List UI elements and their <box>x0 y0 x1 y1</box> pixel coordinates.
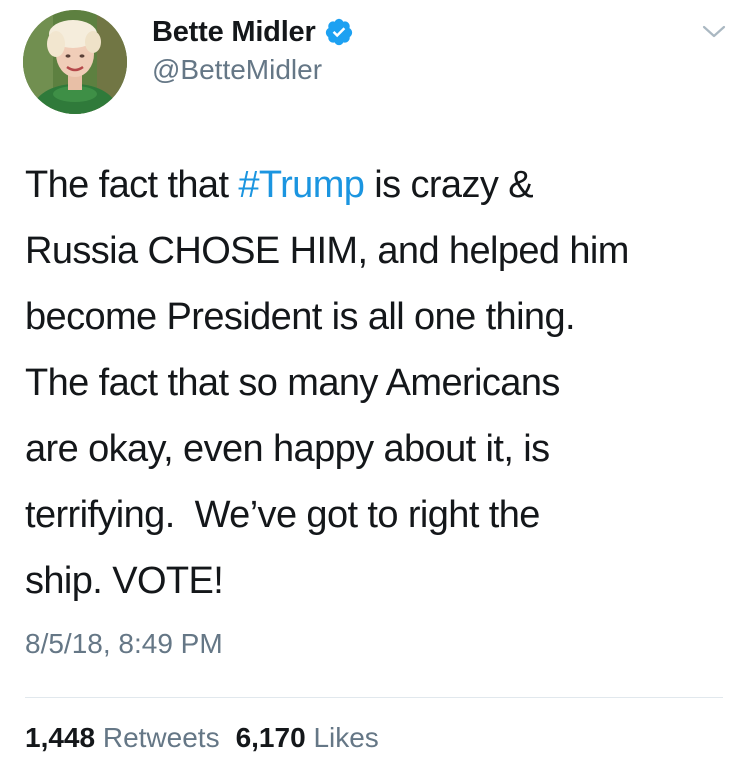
verified-badge-icon <box>325 18 352 46</box>
chevron-down-icon[interactable] <box>700 22 728 42</box>
author-name-row[interactable]: Bette Midler <box>152 14 354 50</box>
likes-stat[interactable]: 6,170 Likes <box>236 722 379 753</box>
likes-count: 6,170 <box>235 722 306 753</box>
tweet-text-line: are okay, even happy about it, is <box>25 428 550 470</box>
avatar[interactable] <box>23 10 127 114</box>
avatar-photo-icon <box>23 10 127 114</box>
tweet-text-line: The fact that so many Americans <box>25 362 560 404</box>
tweet-text-line: become President is all one thing. <box>25 296 576 338</box>
divider <box>25 697 723 698</box>
display-name[interactable]: Bette Midler <box>152 16 316 49</box>
tweet-text-segment: The fact that <box>25 164 239 206</box>
tweet-timestamp[interactable]: 8/5/18, 8:49 PM <box>25 628 223 660</box>
tweet-text-line: Russia CHOSE HIM, and helped him <box>25 230 629 272</box>
retweets-stat[interactable]: 1,448 Retweets <box>25 722 220 753</box>
likes-label: Likes <box>313 722 379 753</box>
hashtag-link[interactable]: #Trump <box>238 164 365 206</box>
retweets-label: Retweets <box>102 722 220 753</box>
tweet-text-line: ship. VOTE! <box>25 560 224 602</box>
tweet-text-line: terrifying. We’ve got to right the <box>25 494 540 536</box>
retweets-count: 1,448 <box>25 722 96 753</box>
tweet-text-line: The fact that #Trump is crazy & <box>25 152 737 218</box>
tweet-text: The fact that #Trump is crazy & Russia C… <box>25 152 737 614</box>
user-handle[interactable]: @BetteMidler <box>152 54 322 86</box>
engagement-stats: 1,448 Retweets 6,170 Likes <box>25 722 379 754</box>
tweet-text-segment: is crazy & <box>364 164 533 206</box>
tweet-detail: Bette Midler @BetteMidler The fact that … <box>0 0 750 774</box>
